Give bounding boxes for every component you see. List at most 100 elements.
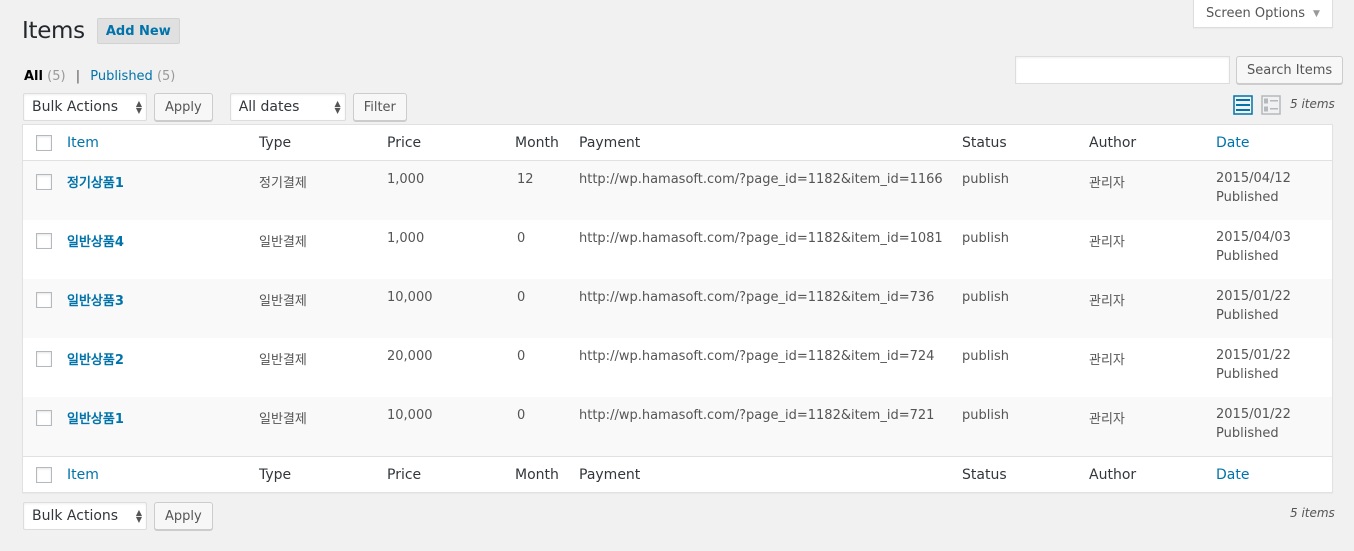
item-type: 일반결제 bbox=[259, 412, 307, 427]
item-date-value: 2015/01/22 bbox=[1216, 407, 1291, 422]
items-count-top: 5 items bbox=[1290, 97, 1335, 111]
item-type: 정기결제 bbox=[259, 176, 307, 191]
items-table: Item Type Price Month Payment Status Aut… bbox=[22, 124, 1333, 493]
search-items-button[interactable]: Search Items bbox=[1236, 56, 1344, 84]
status-views: All (5) | Published (5) bbox=[24, 69, 175, 84]
row-checkbox[interactable] bbox=[36, 174, 52, 190]
item-month: 0 bbox=[517, 290, 526, 305]
column-month: Month bbox=[515, 467, 559, 483]
bulk-actions-value: Bulk Actions bbox=[32, 99, 119, 115]
item-date: 2015/04/03 Published bbox=[1216, 228, 1291, 266]
item-date-value: 2015/01/22 bbox=[1216, 289, 1291, 304]
tablenav-top: Bulk Actions ▲ ▼ Apply All dates ▲ ▼ Filte… bbox=[23, 93, 407, 121]
table-row: 일반상품4 일반결제 1,000 0 http://wp.hamasoft.co… bbox=[23, 220, 1332, 279]
item-author-link[interactable]: 관리자 bbox=[1089, 408, 1125, 427]
item-payment: http://wp.hamasoft.com/?page_id=1182&ite… bbox=[579, 290, 935, 305]
screen-options-label: Screen Options bbox=[1206, 6, 1306, 21]
table-header: Item Type Price Month Payment Status Aut… bbox=[23, 125, 1332, 161]
item-date-value: 2015/01/22 bbox=[1216, 348, 1291, 363]
column-date[interactable]: Date bbox=[1216, 467, 1249, 483]
column-payment: Payment bbox=[579, 135, 641, 151]
add-new-button[interactable]: Add New bbox=[96, 18, 180, 44]
bulk-actions-select[interactable]: Bulk Actions ▲ ▼ bbox=[23, 502, 147, 530]
filter-button[interactable]: Filter bbox=[352, 93, 407, 121]
item-status: publish bbox=[962, 349, 1009, 364]
item-title-link[interactable]: 일반상품2 bbox=[67, 349, 124, 368]
column-month: Month bbox=[515, 135, 559, 151]
row-checkbox[interactable] bbox=[36, 233, 52, 249]
item-price: 1,000 bbox=[387, 231, 425, 246]
column-author: Author bbox=[1089, 467, 1137, 483]
table-row: 정기상품1 정기결제 1,000 12 http://wp.hamasoft.c… bbox=[23, 161, 1332, 220]
view-published-count: (5) bbox=[156, 69, 176, 84]
item-date: 2015/01/22 Published bbox=[1216, 287, 1291, 325]
page-header: Items Add New bbox=[22, 18, 180, 44]
row-checkbox[interactable] bbox=[36, 292, 52, 308]
item-title-link[interactable]: 일반상품3 bbox=[67, 290, 124, 309]
select-arrows-icon: ▲ ▼ bbox=[135, 99, 142, 115]
view-published-link[interactable]: Published bbox=[90, 69, 153, 84]
views-separator: | bbox=[75, 69, 81, 84]
column-price: Price bbox=[387, 135, 422, 151]
item-month: 12 bbox=[517, 172, 534, 187]
column-date[interactable]: Date bbox=[1216, 135, 1249, 151]
item-status: publish bbox=[962, 172, 1009, 187]
item-payment: http://wp.hamasoft.com/?page_id=1182&ite… bbox=[579, 172, 943, 187]
view-all-count: (5) bbox=[47, 69, 66, 84]
view-all-link[interactable]: All bbox=[24, 69, 43, 84]
item-payment: http://wp.hamasoft.com/?page_id=1182&ite… bbox=[579, 349, 935, 364]
view-switch bbox=[1233, 95, 1281, 115]
item-date-value: 2015/04/03 bbox=[1216, 230, 1291, 245]
apply-button[interactable]: Apply bbox=[154, 502, 213, 530]
table-row: 일반상품1 일반결제 10,000 0 http://wp.hamasoft.c… bbox=[23, 397, 1332, 456]
item-payment: http://wp.hamasoft.com/?page_id=1182&ite… bbox=[579, 231, 943, 246]
item-type: 일반결제 bbox=[259, 235, 307, 250]
item-price: 10,000 bbox=[387, 290, 433, 305]
column-item[interactable]: Item bbox=[67, 467, 99, 483]
item-author-link[interactable]: 관리자 bbox=[1089, 290, 1125, 309]
item-price: 10,000 bbox=[387, 408, 433, 423]
column-type: Type bbox=[259, 135, 292, 151]
column-status: Status bbox=[962, 135, 1007, 151]
table-footer: Item Type Price Month Payment Status Aut… bbox=[23, 456, 1332, 492]
item-month: 0 bbox=[517, 349, 526, 364]
excerpt-view-icon[interactable] bbox=[1261, 95, 1281, 115]
item-title-link[interactable]: 일반상품1 bbox=[67, 408, 124, 427]
page-title: Items bbox=[22, 18, 85, 44]
item-status: publish bbox=[962, 290, 1009, 305]
item-type: 일반결제 bbox=[259, 294, 307, 309]
select-arrows-icon: ▲ ▼ bbox=[135, 508, 142, 524]
item-author-link[interactable]: 관리자 bbox=[1089, 231, 1125, 250]
column-item[interactable]: Item bbox=[67, 135, 99, 151]
screen-options-button[interactable]: Screen Options ▼ bbox=[1193, 0, 1333, 28]
bulk-actions-value: Bulk Actions bbox=[32, 508, 119, 524]
item-date-status: Published bbox=[1216, 249, 1279, 264]
item-date: 2015/04/12 Published bbox=[1216, 169, 1291, 207]
column-author: Author bbox=[1089, 135, 1137, 151]
select-all-checkbox[interactable] bbox=[36, 467, 52, 483]
select-all-checkbox[interactable] bbox=[36, 135, 52, 151]
search-input[interactable] bbox=[1015, 56, 1230, 84]
list-view-icon[interactable] bbox=[1233, 95, 1253, 115]
column-type: Type bbox=[259, 467, 292, 483]
item-price: 1,000 bbox=[387, 172, 425, 187]
column-payment: Payment bbox=[579, 467, 641, 483]
item-date-value: 2015/04/12 bbox=[1216, 171, 1291, 186]
column-price: Price bbox=[387, 467, 422, 483]
row-checkbox[interactable] bbox=[36, 351, 52, 367]
item-author-link[interactable]: 관리자 bbox=[1089, 349, 1125, 368]
row-checkbox[interactable] bbox=[36, 410, 52, 426]
item-date-status: Published bbox=[1216, 308, 1279, 323]
dates-select[interactable]: All dates ▲ ▼ bbox=[229, 93, 346, 121]
item-price: 20,000 bbox=[387, 349, 433, 364]
tablenav-bottom: Bulk Actions ▲ ▼ Apply bbox=[23, 502, 213, 530]
search-box: Search Items bbox=[1015, 56, 1344, 84]
bulk-actions-select[interactable]: Bulk Actions ▲ ▼ bbox=[23, 93, 147, 121]
item-month: 0 bbox=[517, 231, 526, 246]
item-author-link[interactable]: 관리자 bbox=[1089, 172, 1125, 191]
table-row: 일반상품2 일반결제 20,000 0 http://wp.hamasoft.c… bbox=[23, 338, 1332, 397]
item-date-status: Published bbox=[1216, 367, 1279, 382]
item-title-link[interactable]: 일반상품4 bbox=[67, 231, 124, 250]
item-title-link[interactable]: 정기상품1 bbox=[67, 172, 124, 191]
apply-button[interactable]: Apply bbox=[154, 93, 213, 121]
